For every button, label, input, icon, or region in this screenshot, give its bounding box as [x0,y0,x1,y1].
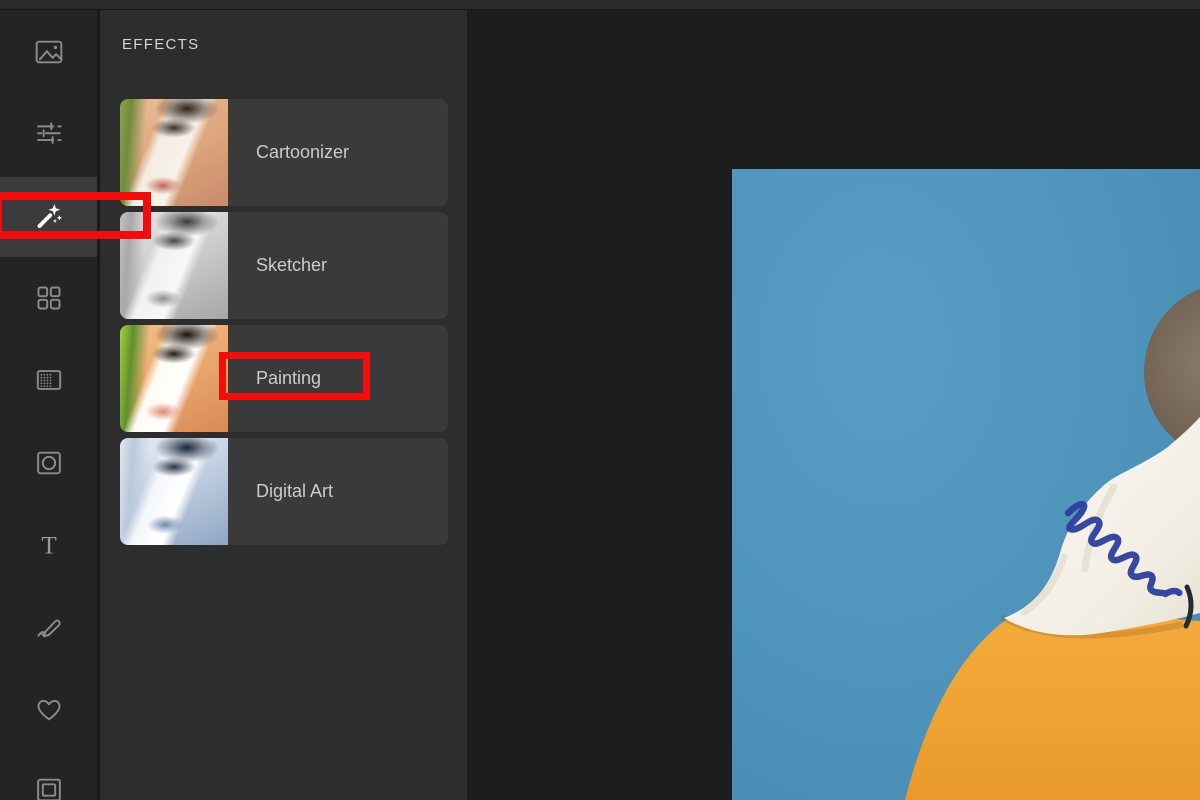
texture-icon [33,364,65,396]
image-icon [33,36,65,68]
sidebar-item-photos[interactable] [0,24,97,80]
sidebar-item-edit[interactable] [0,105,97,161]
sidebar-item-text[interactable]: T [0,517,97,573]
panel-title: EFFECTS [122,36,199,53]
effect-card-sketcher[interactable]: Sketcher [120,212,448,319]
top-bar [0,0,1200,10]
digital-art-thumbnail [120,438,228,545]
effect-label: Digital Art [256,438,333,545]
effect-label: Cartoonizer [256,99,349,206]
sidebar-item-textures[interactable] [0,352,97,408]
photo-on-canvas [732,169,1200,800]
sidebar-item-effects[interactable] [0,188,97,244]
frame-icon [33,774,65,800]
app-window: T EFFECTS [0,0,1200,800]
sidebar-item-draw[interactable] [0,599,97,655]
effects-panel: EFFECTS Cartoonizer Sketcher Painting Di… [100,10,467,800]
photo-illustration [732,169,1200,800]
magic-wand-icon [33,200,65,232]
effect-card-digital-art[interactable]: Digital Art [120,438,448,545]
heart-icon [33,694,65,726]
effect-label: Painting [256,325,321,432]
painting-thumbnail [120,325,228,432]
text-icon: T [33,529,65,561]
sidebar-item-artsy[interactable] [0,270,97,326]
canvas-area [467,10,1200,800]
sidebar-item-overlays[interactable] [0,435,97,491]
svg-text:T: T [41,533,56,560]
draw-icon [33,611,65,643]
cartoonizer-thumbnail [120,99,228,206]
sidebar-item-frames[interactable] [0,762,97,800]
sketcher-thumbnail [120,212,228,319]
grid-icon [33,282,65,314]
circle-frame-icon [33,447,65,479]
effect-card-cartoonizer[interactable]: Cartoonizer [120,99,448,206]
sidebar: T [0,10,100,800]
sidebar-item-favorites[interactable] [0,682,97,738]
effect-card-painting[interactable]: Painting [120,325,448,432]
adjustments-icon [33,117,65,149]
effects-list: Cartoonizer Sketcher Painting Digital Ar… [120,99,448,551]
effect-label: Sketcher [256,212,327,319]
